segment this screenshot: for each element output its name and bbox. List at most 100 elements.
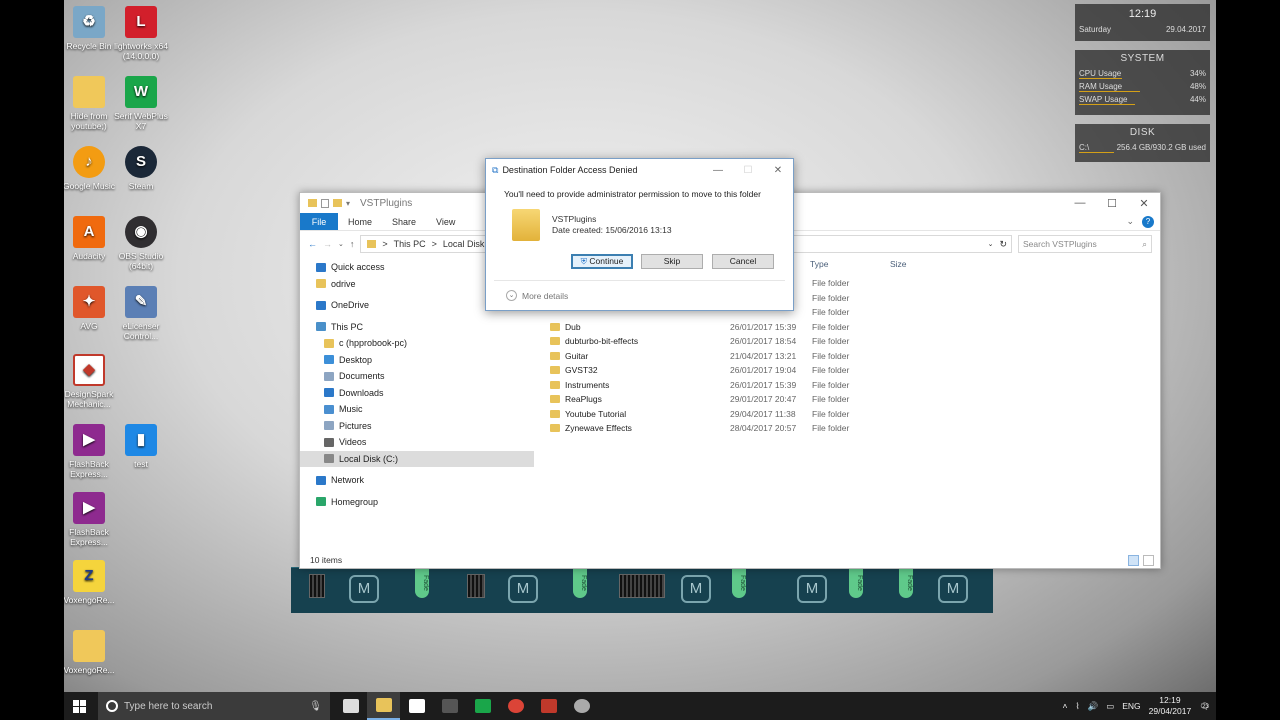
refresh-icon[interactable]: ↻	[999, 239, 1007, 250]
desktop-icon-designspark[interactable]: ◆ DesignSpark Mechanic...	[64, 354, 118, 409]
desktop-icon-obs[interactable]: ◉ OBS Studio (64bit)	[112, 216, 170, 271]
taskbar-search-input[interactable]: Type here to search 🎙	[98, 692, 330, 720]
desktop-icon-flashback-1[interactable]: ▶ FlashBack Express...	[64, 424, 118, 479]
desktop-icon-lightworks[interactable]: L lightworks x64 (14.0.0.0)	[112, 6, 170, 61]
show-hidden-icons-icon[interactable]: ˄	[1062, 701, 1067, 711]
back-icon[interactable]: ←	[308, 239, 317, 249]
nav-item[interactable]: Pictures	[300, 418, 534, 435]
taskbar-app-button[interactable]	[367, 692, 400, 720]
maximize-icon[interactable]: ☐	[1096, 197, 1128, 210]
mute-button[interactable]: M	[797, 575, 827, 603]
nav-item[interactable]: Music	[300, 401, 534, 418]
disk-widget-title: DISK	[1129, 127, 1156, 138]
taskbar-clock[interactable]: 12:19 29/04/2017	[1149, 695, 1192, 717]
expand-ribbon-icon[interactable]: ⌄	[1126, 213, 1134, 230]
column-header-type[interactable]: Type	[810, 259, 828, 269]
desktop-icon-voxengo-2[interactable]: VoxengoRe...	[64, 630, 118, 675]
mute-button[interactable]: M	[349, 575, 379, 603]
taskbar-app-button[interactable]	[565, 692, 598, 720]
taskbar-app-button[interactable]	[532, 692, 565, 720]
file-row[interactable]: dubturbo-bit-effects 26/01/2017 18:54 File…	[550, 334, 1110, 348]
desktop-icon-elicenser[interactable]: ✎ eLicenser Control...	[112, 286, 170, 341]
desktop-icon-google-music[interactable]: ♪ Google Music	[64, 146, 118, 191]
file-row[interactable]: Instruments 26/01/2017 15:39 File folder	[550, 378, 1110, 392]
file-row[interactable]: Guitar 21/04/2017 13:21 File folder	[550, 349, 1110, 363]
desktop-icon-hide-folder[interactable]: Hide from youtube;)	[64, 76, 118, 131]
desktop-icon-avg[interactable]: ✦ AVG	[64, 286, 118, 331]
minimize-icon[interactable]: —	[1064, 197, 1096, 210]
quick-access-toolbar-icon[interactable]	[308, 199, 317, 207]
skip-button[interactable]: Skip	[641, 254, 703, 269]
more-details-toggle[interactable]: ⌄ More details	[506, 290, 568, 301]
desktop-icon-webplus[interactable]: W Serif WebPlus X7	[112, 76, 170, 131]
nav-item[interactable]: c (hpprobook-pc)	[300, 335, 534, 352]
fader-handle[interactable]: Fade	[573, 568, 587, 598]
dialog-titlebar[interactable]: ⧉ Destination Folder Access Denied — ☐ ✕	[486, 159, 793, 181]
mixer-grid-icon[interactable]	[467, 574, 485, 598]
taskbar-app-button[interactable]	[400, 692, 433, 720]
desktop-icon-test[interactable]: ▮ test	[112, 424, 170, 469]
start-button[interactable]	[64, 692, 94, 720]
file-row[interactable]: Dub 26/01/2017 15:39 File folder	[550, 320, 1110, 334]
network-icon[interactable]: ⌇	[1075, 701, 1079, 712]
nav-item[interactable]: Downloads	[300, 385, 534, 402]
details-view-icon[interactable]	[1128, 555, 1139, 566]
desktop-icon-flashback-2[interactable]: ▶ FlashBack Express...	[64, 492, 118, 547]
cancel-button[interactable]: Cancel	[712, 254, 774, 269]
desktop-icon-voxengo-1[interactable]: Z VoxengoRe...	[64, 560, 118, 605]
large-icons-view-icon[interactable]	[1143, 555, 1154, 566]
battery-icon[interactable]: ▭	[1106, 701, 1114, 712]
nav-item[interactable]: Local Disk (C:)	[300, 450, 534, 467]
tab-home[interactable]: Home	[338, 213, 382, 230]
mute-button[interactable]: M	[508, 575, 538, 603]
microphone-icon[interactable]: 🎙	[309, 701, 322, 712]
mixer-grid-icon[interactable]	[619, 574, 665, 598]
toolbar-dropdown-icon[interactable]: ▾	[346, 199, 350, 208]
fader-handle[interactable]: Fade	[732, 568, 746, 598]
tab-view[interactable]: View	[426, 213, 465, 230]
taskbar-app-button[interactable]	[433, 692, 466, 720]
help-icon[interactable]: ?	[1142, 216, 1154, 228]
continue-button[interactable]: ⛨ Continue	[571, 254, 633, 269]
properties-icon[interactable]	[321, 198, 329, 208]
nav-item[interactable]: Documents	[300, 368, 534, 385]
fader-handle[interactable]: Fade	[899, 568, 913, 598]
file-row[interactable]: Youtube Tutorial 29/04/2017 11:38 File fol…	[550, 407, 1110, 421]
nav-item[interactable]: Network	[300, 472, 534, 489]
nav-item[interactable]: Desktop	[300, 352, 534, 369]
mixer-grid-icon[interactable]	[309, 574, 325, 598]
nav-item[interactable]: Videos	[300, 434, 534, 451]
file-row[interactable]: Zynewave Effects 28/04/2017 20:57 File fol…	[550, 421, 1110, 435]
volume-icon[interactable]: 🔊	[1088, 701, 1099, 712]
nav-item[interactable]: Homegroup	[300, 494, 534, 511]
dialog-minimize-icon[interactable]: —	[703, 165, 733, 176]
up-icon[interactable]: ↑	[350, 239, 355, 249]
fader-handle[interactable]: Fade	[849, 568, 863, 598]
file-row[interactable]: ReaPlugs 29/01/2017 20:47 File folder	[550, 392, 1110, 406]
taskbar-app-button[interactable]	[499, 692, 532, 720]
desktop-icon-steam[interactable]: S Steam	[112, 146, 170, 191]
taskbar-app-button[interactable]	[334, 692, 367, 720]
close-icon[interactable]: ✕	[1128, 197, 1160, 210]
mute-button[interactable]: M	[938, 575, 968, 603]
address-dropdown-icon[interactable]: ⌄	[988, 240, 994, 248]
recent-locations-icon[interactable]: ⌄	[338, 240, 344, 248]
dialog-close-icon[interactable]: ✕	[763, 165, 793, 176]
mute-button[interactable]: M	[681, 575, 711, 603]
forward-icon[interactable]: →	[323, 239, 332, 249]
breadcrumb-local-disk[interactable]: Local Disk (	[443, 239, 490, 249]
nav-item[interactable]: This PC	[300, 319, 534, 336]
action-center-icon[interactable]: 🗨 23	[1199, 701, 1210, 712]
file-row[interactable]: GVST32 26/01/2017 19:04 File folder	[550, 363, 1110, 377]
new-folder-icon[interactable]	[333, 199, 342, 207]
desktop-icon-recycle-bin[interactable]: ♻ Recycle Bin	[64, 6, 118, 51]
breadcrumb-this-pc[interactable]: This PC	[394, 239, 426, 249]
search-input[interactable]: Search VSTPlugins ⌕	[1018, 235, 1152, 253]
input-language[interactable]: ENG	[1122, 701, 1140, 711]
desktop-icon-audacity[interactable]: A Audacity	[64, 216, 118, 261]
taskbar-app-button[interactable]	[466, 692, 499, 720]
column-header-size[interactable]: Size	[890, 259, 907, 269]
tab-share[interactable]: Share	[382, 213, 426, 230]
tab-file[interactable]: File	[300, 213, 338, 230]
fader-handle[interactable]: Fade	[415, 568, 429, 598]
